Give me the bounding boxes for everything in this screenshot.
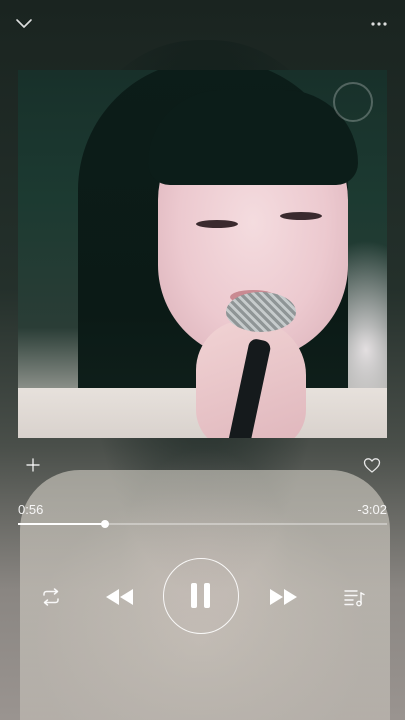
pause-icon bbox=[191, 583, 210, 608]
more-options-button[interactable] bbox=[365, 12, 393, 36]
pause-button[interactable] bbox=[163, 558, 239, 634]
playlist-icon bbox=[344, 590, 365, 607]
next-track-button[interactable] bbox=[267, 586, 301, 608]
plus-icon bbox=[26, 458, 40, 472]
heart-outline-icon bbox=[363, 458, 381, 473]
fast-forward-icon bbox=[270, 589, 297, 605]
rewind-icon bbox=[106, 589, 133, 605]
chevron-down-icon bbox=[16, 19, 32, 28]
like-button[interactable] bbox=[361, 454, 383, 476]
elapsed-time: 0:56 bbox=[18, 502, 44, 517]
more-horizontal-icon bbox=[371, 22, 387, 26]
album-artwork bbox=[18, 70, 387, 438]
watermark-logo bbox=[333, 82, 373, 122]
progress-thumb[interactable] bbox=[101, 520, 109, 528]
progress-bar[interactable] bbox=[18, 520, 387, 528]
top-bar bbox=[0, 0, 405, 48]
add-to-playlist-button[interactable] bbox=[22, 454, 44, 476]
track-actions bbox=[18, 452, 387, 476]
microphone-image bbox=[226, 292, 296, 332]
repeat-icon bbox=[43, 588, 59, 606]
repeat-button[interactable] bbox=[38, 586, 64, 608]
progress-fill bbox=[18, 523, 105, 525]
previous-track-button[interactable] bbox=[102, 586, 136, 608]
remaining-time: -3:02 bbox=[357, 502, 387, 517]
time-row: 0:56 -3:02 bbox=[18, 502, 387, 518]
now-playing-screen: 0:56 -3:02 bbox=[0, 0, 405, 720]
playback-controls bbox=[0, 556, 405, 638]
queue-button[interactable] bbox=[342, 585, 366, 609]
collapse-button[interactable] bbox=[12, 12, 36, 36]
